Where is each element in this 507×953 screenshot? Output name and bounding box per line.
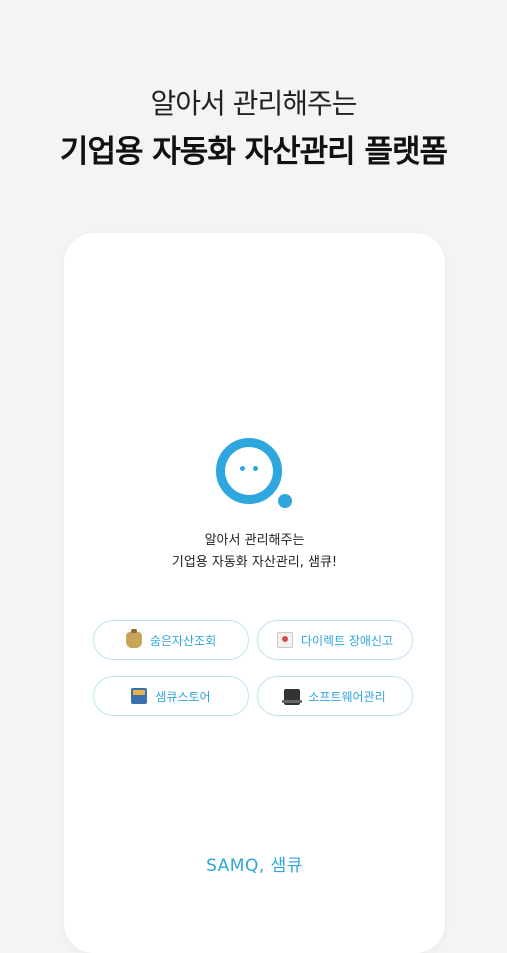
samq-store-label: 샘큐스토어	[155, 689, 211, 704]
brand-footer: SAMQ, 샘큐	[206, 856, 303, 876]
tagline-line2: 기업용 자동화 자산관리, 샘큐!	[171, 555, 338, 570]
headline-subtitle: 알아서 관리해주는	[150, 87, 358, 120]
money-bag-icon	[125, 629, 142, 648]
software-management-label: 소프트웨어관리	[308, 689, 386, 704]
laptop-icon	[282, 688, 303, 705]
app-preview-card: 알아서 관리해주는 기업용 자동화 자산관리, 샘큐! 숨은자산조회 다이렉트 …	[64, 233, 445, 953]
logo-eye-left	[240, 466, 245, 471]
mailbox-icon	[276, 632, 293, 648]
logo-face	[225, 447, 273, 495]
direct-fault-report-button[interactable]: 다이렉트 장애신고	[257, 620, 413, 660]
headline-title: 기업용 자동화 자산관리 플랫폼	[59, 134, 448, 170]
hidden-asset-search-label: 숨은자산조회	[149, 633, 217, 648]
tagline-line1: 알아서 관리해주는	[204, 533, 305, 548]
software-management-button[interactable]: 소프트웨어관리	[257, 676, 413, 716]
logo-dot	[278, 494, 292, 508]
samq-store-button[interactable]: 샘큐스토어	[93, 676, 249, 716]
hidden-asset-search-button[interactable]: 숨은자산조회	[93, 620, 249, 660]
store-icon	[131, 688, 148, 704]
samq-logo-icon	[216, 438, 296, 518]
direct-fault-report-label: 다이렉트 장애신고	[300, 633, 394, 648]
logo-eye-right	[253, 466, 258, 471]
